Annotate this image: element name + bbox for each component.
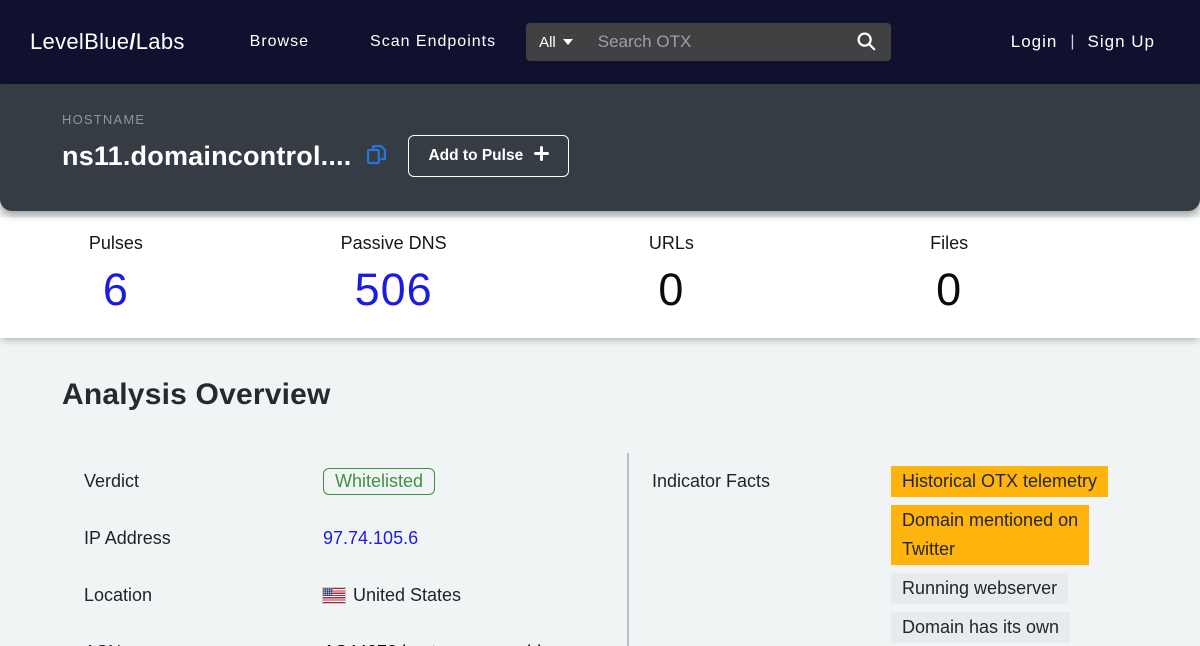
top-nav: LevelBlue/Labs Browse Scan Endpoints All… <box>0 0 1200 84</box>
search-icon <box>855 30 877 55</box>
stat-value: 506 <box>255 267 533 312</box>
indicator-title-row: ns11.domaincontrol.... Add to Pulse <box>62 135 1200 177</box>
add-to-pulse-label: Add to Pulse <box>428 147 523 165</box>
verdict-row: Verdict Whitelisted <box>84 453 627 510</box>
ip-address-row: IP Address 97.74.105.6 <box>84 510 627 567</box>
ip-address-label: IP Address <box>84 528 323 549</box>
asn-value: AS44273 host europe gmbh <box>323 642 547 646</box>
fact-badge[interactable]: Historical OTX telemetry <box>891 466 1108 497</box>
copy-icon <box>363 141 390 171</box>
asn-label: ASN <box>84 642 323 646</box>
stat-label: Files <box>810 233 1088 254</box>
search-button[interactable] <box>855 30 877 55</box>
indicator-header: HOSTNAME ns11.domaincontrol.... Add to P… <box>0 84 1200 211</box>
verdict-label: Verdict <box>84 471 323 492</box>
asn-row: ASN AS44273 host europe gmbh <box>84 624 627 646</box>
search-bar: All <box>526 23 891 61</box>
stat-passive-dns[interactable]: Passive DNS 506 <box>255 217 533 312</box>
analysis-overview-section: Analysis Overview Verdict Whitelisted IP… <box>0 338 1200 646</box>
ip-address-link[interactable]: 97.74.105.6 <box>323 528 418 549</box>
location-country: United States <box>353 585 461 606</box>
us-flag-icon <box>323 588 345 603</box>
search-scope-label: All <box>539 34 556 51</box>
stat-label: Passive DNS <box>255 233 533 254</box>
chevron-down-icon <box>563 39 573 45</box>
levelblue-labs-logo[interactable]: LevelBlue/Labs <box>30 29 185 55</box>
analysis-left-column: Verdict Whitelisted IP Address 97.74.105… <box>0 453 627 646</box>
add-to-pulse-button[interactable]: Add to Pulse <box>408 135 569 177</box>
indicator-facts-list: Historical OTX telemetry Domain mentione… <box>891 466 1163 643</box>
stat-pulses[interactable]: Pulses 6 <box>0 217 255 312</box>
search-scope-dropdown[interactable]: All <box>539 34 573 51</box>
indicator-facts-row: Indicator Facts Historical OTX telemetry… <box>652 453 1200 643</box>
search-input[interactable] <box>598 32 855 52</box>
stats-columns: Pulses 6 Passive DNS 506 URLs 0 Files 0 <box>0 217 1088 312</box>
indicator-facts-label: Indicator Facts <box>652 466 891 643</box>
stats-strip: Pulses 6 Passive DNS 506 URLs 0 Files 0 <box>0 217 1200 338</box>
logo-primary: LevelBlue <box>30 29 129 54</box>
nav-item-scan-endpoints[interactable]: Scan Endpoints <box>370 33 496 51</box>
nav-item-browse[interactable]: Browse <box>250 33 309 51</box>
location-label: Location <box>84 585 323 606</box>
section-heading: Analysis Overview <box>62 378 1200 412</box>
login-link[interactable]: Login <box>1011 32 1058 52</box>
location-row: Location United States <box>84 567 627 624</box>
plus-icon <box>534 146 549 166</box>
analysis-columns: Verdict Whitelisted IP Address 97.74.105… <box>0 453 1200 646</box>
copy-hostname-button[interactable] <box>363 141 390 171</box>
page-title: ns11.domaincontrol.... <box>62 141 351 172</box>
fact-badge[interactable]: Domain mentioned on Twitter <box>891 505 1089 565</box>
verdict-badge: Whitelisted <box>323 468 435 495</box>
stat-label: Pulses <box>0 233 255 254</box>
auth-divider: | <box>1070 33 1074 51</box>
auth-links: Login | Sign Up <box>1011 32 1155 52</box>
stat-value: 0 <box>533 267 811 312</box>
location-value: United States <box>323 585 461 606</box>
indicator-type-label: HOSTNAME <box>62 112 1200 127</box>
fact-badge[interactable]: Running webserver <box>891 573 1068 604</box>
stat-value: 6 <box>0 267 255 312</box>
analysis-right-column: Indicator Facts Historical OTX telemetry… <box>629 453 1200 646</box>
stat-urls[interactable]: URLs 0 <box>533 217 811 312</box>
stat-label: URLs <box>533 233 811 254</box>
fact-badge[interactable]: Domain has its own <box>891 612 1070 643</box>
logo-secondary: Labs <box>136 29 185 54</box>
stat-files[interactable]: Files 0 <box>810 217 1088 312</box>
signup-link[interactable]: Sign Up <box>1088 32 1155 52</box>
stat-value: 0 <box>810 267 1088 312</box>
